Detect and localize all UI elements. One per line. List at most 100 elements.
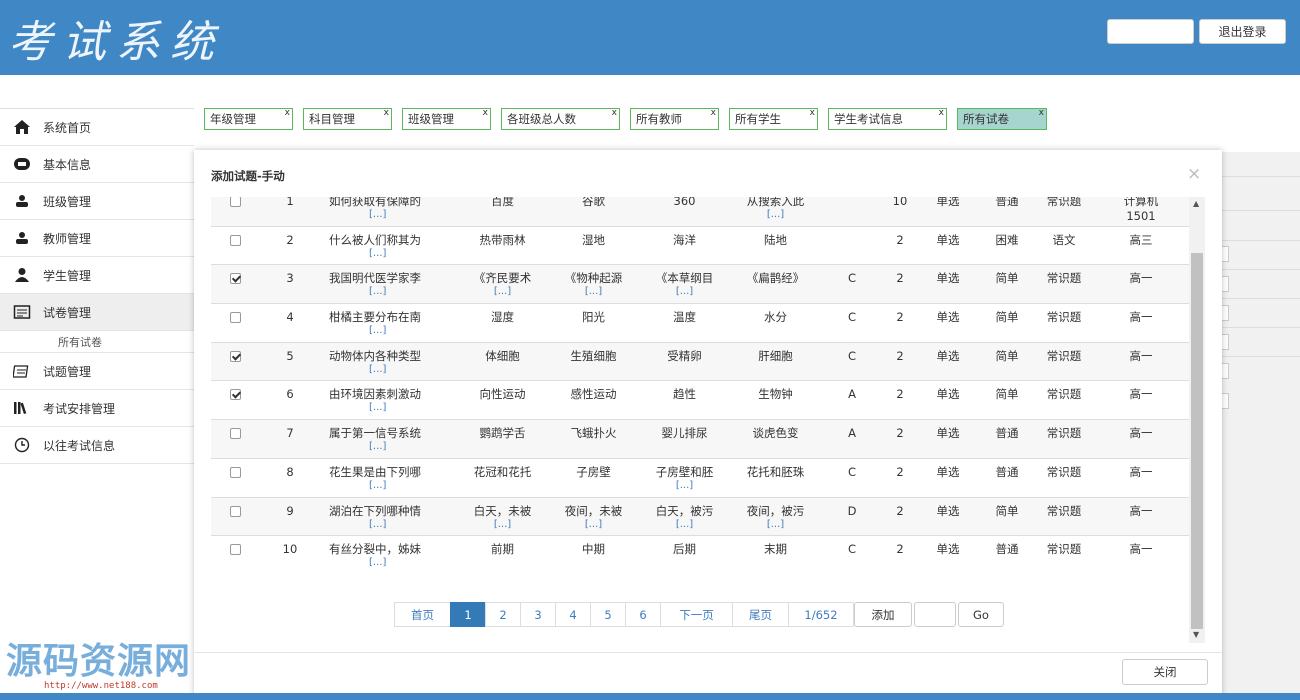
pager-page-1[interactable]: 1 [450, 602, 486, 627]
tab-close-icon[interactable]: x [1039, 103, 1044, 123]
sidebar-item-home[interactable]: 系统首页 [0, 109, 194, 146]
sidebar-item-paper[interactable]: 试卷管理 [0, 294, 194, 331]
grade-text: 高一 [1129, 271, 1153, 286]
row-checkbox[interactable] [229, 428, 241, 440]
row-checkbox[interactable] [229, 466, 241, 478]
close-button[interactable]: 关闭 [1122, 659, 1208, 685]
more-link[interactable]: [...] [329, 248, 457, 259]
more-link[interactable]: [...] [329, 325, 457, 336]
table-row[interactable]: 1 如何获取有保障的 [...] 百度 谷歌 360 从搜索入此 [...] 10 单选 普通 常识题… [211, 197, 1189, 227]
more-link[interactable]: [...] [329, 519, 457, 530]
tab-close-icon[interactable]: x [483, 103, 488, 123]
table-row[interactable]: 3 我国明代医学家李 [...] 《齐民要术 [...] 《物种起源 [...] 《本草纲目[… [211, 264, 1189, 304]
sidebar-item-label: 考试安排管理 [43, 401, 116, 416]
pager-page-5[interactable]: 5 [590, 602, 626, 627]
cell-difficulty: 普通 [979, 197, 1035, 227]
tab-all-students[interactable]: 所有学生 x [729, 108, 818, 130]
pager-page-6[interactable]: 6 [625, 602, 661, 627]
option-text: 花托和胚珠 [746, 464, 805, 479]
more-link[interactable]: [...] [639, 480, 730, 491]
more-link[interactable]: [...] [457, 519, 548, 530]
go-button[interactable]: Go [958, 602, 1004, 627]
pager-page-2[interactable]: 2 [485, 602, 521, 627]
more-link[interactable]: [...] [329, 441, 457, 452]
row-checkbox-cell [211, 303, 259, 343]
row-checkbox[interactable] [229, 350, 241, 362]
table-row[interactable]: 4 柑橘主要分布在南 [...] 湿度 阳光 温度 水分 C 2 单选 简单 常识题 高一 [211, 303, 1189, 343]
user-name-box[interactable] [1107, 19, 1194, 44]
tab-class-total[interactable]: 各班级总人数 x [501, 108, 620, 130]
row-checkbox[interactable] [229, 505, 241, 517]
table-row[interactable]: 7 属于第一信号系统 [...] 鹦鹉学舌 飞蛾扑火 婴儿排尿 谈虎色变 A 2 单选 普通 常识题高… [211, 419, 1189, 459]
pager-first[interactable]: 首页 [394, 602, 451, 627]
option-text: 热带雨林 [479, 232, 526, 247]
table-row[interactable]: 2 什么被人们称其为 [...] 热带雨林 湿地 海洋 陆地 2 单选 困难 语文 高三 [211, 225, 1189, 265]
more-link[interactable]: [...] [730, 209, 821, 220]
option-text: 陆地 [764, 232, 787, 247]
tab-student-exam-info[interactable]: 学生考试信息 x [828, 108, 947, 130]
sidebar-item-student[interactable]: 学生管理 [0, 257, 194, 294]
more-link[interactable]: [...] [639, 519, 730, 530]
more-link[interactable]: [...] [548, 519, 639, 530]
tab-label: 学生考试信息 [834, 112, 903, 126]
pager-page-3[interactable]: 3 [520, 602, 556, 627]
table-row[interactable]: 6 由环境因素刺激动 [...] 向性运动 感性运动 趋性 生物钟 A 2 单选 简单 常识题 高一 [211, 380, 1189, 420]
add-button[interactable]: 添加 [854, 602, 912, 627]
more-link[interactable]: [...] [329, 557, 457, 568]
more-link[interactable]: [...] [329, 480, 457, 491]
tab-close-icon[interactable]: x [612, 103, 617, 123]
cell-option-a: 湿度 [457, 303, 548, 343]
page-jump-input[interactable] [914, 602, 956, 627]
scroll-up-icon[interactable]: ▲ [1193, 199, 1199, 208]
row-checkbox[interactable] [229, 234, 241, 246]
tab-all-papers[interactable]: 所有试卷 x [957, 108, 1047, 130]
tab-class[interactable]: 班级管理 x [402, 108, 491, 130]
option-text: 子房壁和胚 [655, 464, 714, 479]
more-link[interactable]: [...] [329, 286, 457, 297]
more-link[interactable]: [...] [329, 364, 457, 375]
more-link[interactable]: [...] [457, 286, 548, 297]
more-link[interactable]: [...] [329, 209, 457, 220]
tab-subject[interactable]: 科目管理 x [303, 108, 392, 130]
sidebar-item-basic-info[interactable]: 基本信息 [0, 146, 194, 183]
more-link[interactable]: [...] [639, 286, 730, 297]
row-checkbox[interactable] [229, 544, 241, 556]
more-link[interactable]: [...] [730, 519, 821, 530]
tab-grade[interactable]: 年级管理 x [204, 108, 293, 130]
cell-grade: 高一 [1093, 264, 1189, 304]
pager-page-4[interactable]: 4 [555, 602, 591, 627]
row-checkbox[interactable] [229, 273, 241, 285]
sidebar-item-teacher[interactable]: 教师管理 [0, 220, 194, 257]
table-row[interactable]: 8 花生果是由下列哪 [...] 花冠和花托 子房壁 子房壁和胚 [...] 花托和胚珠 C 2 单… [211, 457, 1189, 497]
row-checkbox[interactable] [229, 312, 241, 324]
table-row[interactable]: 9 湖泊在下列哪种情 [...] 白天，未被 [...] 夜间，未被 [...] 白天，被污[… [211, 496, 1189, 536]
cell-category: 常识题 [1035, 457, 1093, 497]
tab-close-icon[interactable]: x [285, 103, 290, 123]
cell-option-d: 末期 [730, 535, 821, 575]
tab-all-teachers[interactable]: 所有教师 x [630, 108, 719, 130]
table-row[interactable]: 10 有丝分裂中，姊妹 [...] 前期 中期 后期 末期 C 2 单选 普通 常识题 高一 [211, 535, 1189, 575]
sidebar-item-class[interactable]: 班级管理 [0, 183, 194, 220]
cell-difficulty: 简单 [979, 264, 1035, 304]
sidebar-item-past-exams[interactable]: 以往考试信息 [0, 427, 194, 464]
sidebar-item-exam-schedule[interactable]: 考试安排管理 [0, 390, 194, 427]
logout-button[interactable]: 退出登录 [1199, 19, 1286, 44]
pager-last[interactable]: 尾页 [732, 602, 789, 627]
pager-next[interactable]: 下一页 [660, 602, 733, 627]
tab-close-icon[interactable]: x [384, 103, 389, 123]
more-link[interactable]: [...] [548, 286, 639, 297]
close-icon[interactable]: × [1187, 164, 1201, 184]
option-text: 湿地 [582, 232, 605, 247]
sidebar-item-question[interactable]: 试题管理 [0, 353, 194, 390]
row-checkbox[interactable] [229, 197, 241, 207]
table-scrollbar[interactable]: ▲ ▼ [1189, 197, 1205, 643]
row-checkbox[interactable] [229, 389, 241, 401]
sidebar-subitem-all-papers[interactable]: 所有试卷 [0, 331, 194, 353]
tab-close-icon[interactable]: x [810, 103, 815, 123]
table-row[interactable]: 5 动物体内各种类型 [...] 体细胞 生殖细胞 受精卵 肝细胞 C 2 单选 简单 常识题 高一 [211, 341, 1189, 381]
tab-close-icon[interactable]: x [939, 103, 944, 123]
tab-close-icon[interactable]: x [711, 103, 716, 123]
scroll-down-icon[interactable]: ▼ [1193, 630, 1199, 639]
more-link[interactable]: [...] [329, 402, 457, 413]
scrollbar-thumb[interactable] [1191, 253, 1203, 629]
